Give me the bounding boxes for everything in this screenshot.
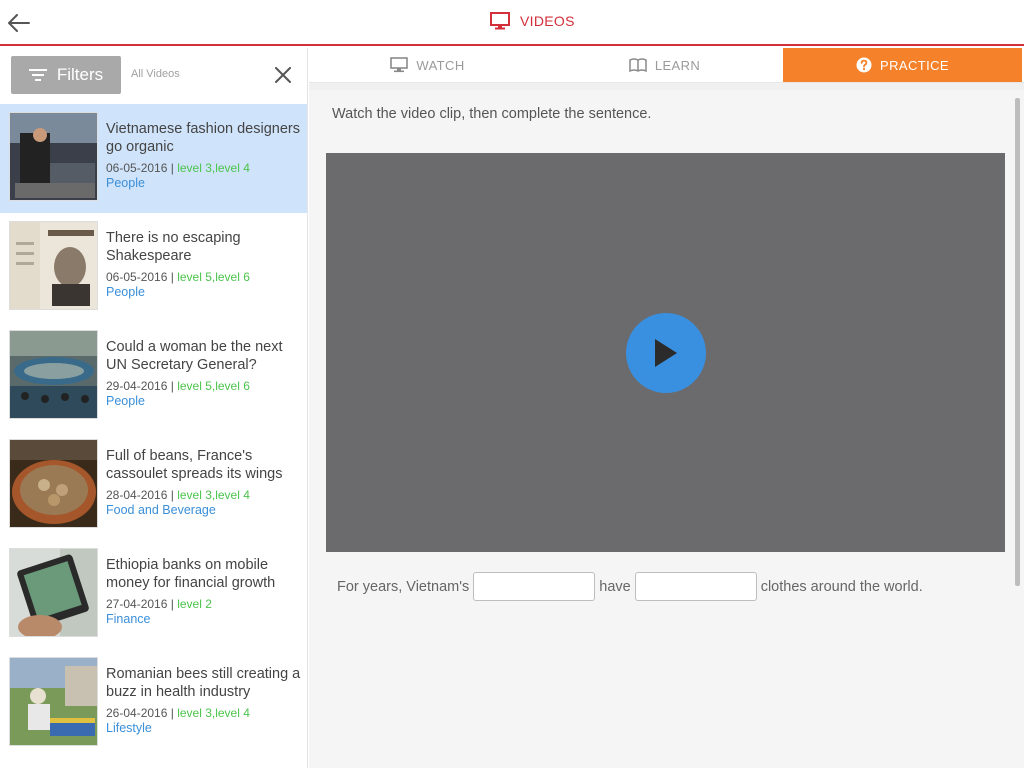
video-category[interactable]: Finance [106, 612, 302, 626]
back-button[interactable] [6, 10, 32, 36]
instruction-text: Watch the video clip, then complete the … [332, 106, 652, 122]
video-thumbnail [9, 221, 98, 310]
blank-input-2[interactable] [634, 572, 757, 601]
sentence-part-1: For years, Vietnam's [337, 578, 470, 595]
video-category[interactable]: People [106, 176, 302, 190]
video-player[interactable] [326, 153, 1005, 552]
list-item[interactable]: Full of beans, France's cassoulet spread… [0, 431, 307, 540]
tab-practice-label: PRACTICE [880, 57, 949, 73]
filters-label: Filters [56, 65, 104, 84]
video-date: 26-04-2016 [106, 706, 168, 720]
video-title: Vietnamese fashion designers go organic [106, 121, 300, 155]
practice-panel: Watch the video clip, then complete the … [309, 90, 1024, 768]
play-icon [655, 339, 677, 367]
video-title: Could a woman be the next UN Secretary G… [106, 339, 283, 373]
video-thumbnail [9, 112, 98, 201]
video-date: 27-04-2016 [106, 597, 168, 611]
list-item[interactable]: Vietnamese fashion designers go organic … [0, 104, 307, 213]
video-date: 29-04-2016 [106, 379, 168, 393]
arrow-left-icon [8, 14, 30, 32]
sentence-part-3: clothes around the world. [760, 578, 923, 595]
tab-practice[interactable]: PRACTICE [783, 48, 1022, 82]
video-date: 28-04-2016 [106, 488, 168, 502]
play-button[interactable] [626, 313, 706, 393]
video-sidebar: Filters All Videos Vietnamese fashion de… [0, 48, 308, 768]
top-bar: VIDEOS [0, 0, 1024, 46]
filter-bar: Filters All Videos [0, 48, 307, 104]
video-title: Full of beans, France's cassoulet spread… [106, 448, 283, 482]
filter-icon [28, 69, 47, 81]
video-date: 06-05-2016 [106, 270, 168, 284]
list-item[interactable]: Romanian bees still creating a buzz in h… [0, 649, 307, 758]
filters-button[interactable]: Filters [11, 56, 121, 94]
video-title: Ethiopia banks on mobile money for finan… [106, 557, 276, 591]
video-list: Vietnamese fashion designers go organic … [0, 104, 307, 758]
video-levels: level 3,level 4 [177, 706, 250, 720]
video-thumbnail [9, 439, 98, 528]
video-levels: level 2 [177, 597, 212, 611]
video-category[interactable]: Food and Beverage [106, 503, 302, 517]
video-levels: level 3,level 4 [177, 488, 250, 502]
video-category[interactable]: People [106, 285, 302, 299]
close-icon [275, 67, 291, 83]
video-category[interactable]: Lifestyle [106, 721, 302, 735]
question-icon [856, 57, 872, 73]
tab-learn-label: LEARN [654, 57, 701, 73]
tab-learn[interactable]: LEARN [546, 48, 783, 82]
monitor-icon [390, 57, 409, 73]
video-thumbnail [9, 548, 98, 637]
blank-input-1[interactable] [473, 572, 596, 601]
page-title-label: VIDEOS [520, 13, 575, 29]
page-title: VIDEOS [490, 12, 575, 30]
tab-bar: WATCH LEARN PRACTICE [309, 48, 1024, 82]
scrollbar[interactable] [1015, 98, 1020, 586]
tab-divider [309, 82, 1024, 90]
video-title: There is no escaping Shakespeare [106, 230, 241, 264]
list-item[interactable]: Could a woman be the next UN Secretary G… [0, 322, 307, 431]
video-thumbnail [9, 330, 98, 419]
sentence-part-2: have [599, 578, 631, 595]
all-videos-label: All Videos [131, 68, 180, 80]
video-category[interactable]: People [106, 394, 302, 408]
video-levels: level 5,level 6 [177, 379, 250, 393]
video-thumbnail [9, 657, 98, 746]
tab-watch[interactable]: WATCH [309, 48, 546, 82]
video-title: Romanian bees still creating a buzz in h… [106, 666, 301, 700]
video-levels: level 3,level 4 [177, 161, 250, 175]
list-item[interactable]: There is no escaping Shakespeare 06-05-2… [0, 213, 307, 322]
list-item[interactable]: Ethiopia banks on mobile money for finan… [0, 540, 307, 649]
video-date: 06-05-2016 [106, 161, 168, 175]
video-levels: level 5,level 6 [177, 270, 250, 284]
close-filter-button[interactable] [272, 64, 294, 86]
tab-watch-label: WATCH [416, 57, 465, 73]
book-icon [629, 58, 647, 72]
fill-in-sentence: For years, Vietnam's have clothes around… [337, 572, 923, 601]
monitor-icon [490, 12, 510, 30]
